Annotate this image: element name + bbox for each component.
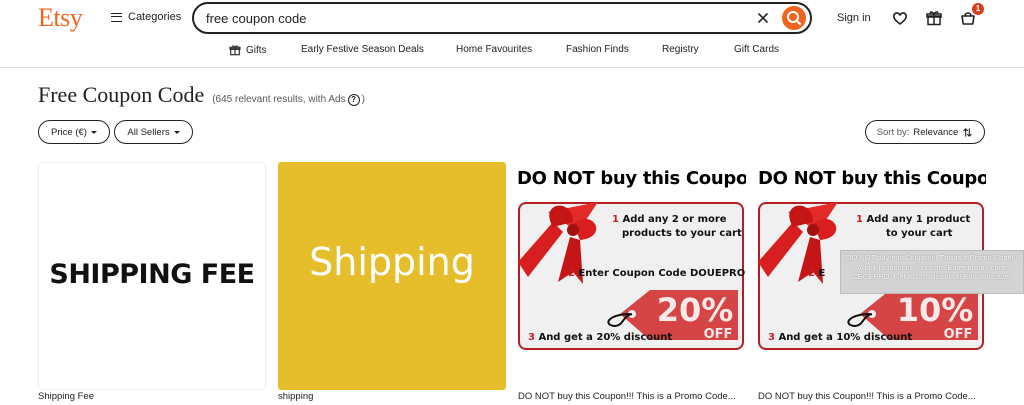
listing-card-image[interactable]: Shipping: [278, 162, 506, 390]
listing-title[interactable]: shipping: [278, 391, 506, 402]
step-number: 3: [768, 332, 775, 343]
sort-arrows-icon: [963, 127, 973, 137]
menu-icon: [111, 12, 122, 22]
help-icon[interactable]: ?: [347, 93, 360, 106]
step-text: products to your cart: [622, 228, 742, 239]
heart-icon[interactable]: [891, 9, 909, 27]
sign-in-link[interactable]: Sign in: [837, 12, 871, 24]
listing-tooltip: DO NOT buy this Coupon!!! This is a Prom…: [840, 250, 1024, 294]
results-heading: Free Coupon Code (645 relevant results, …: [38, 82, 365, 108]
search-button[interactable]: [782, 6, 806, 30]
listing-image-text: SHIPPING FEE: [49, 259, 255, 290]
sort-value: Relevance: [913, 126, 959, 138]
step-text: to your cart: [886, 228, 953, 239]
sort-prefix: Sort by:: [876, 126, 910, 138]
search-bar: [192, 2, 812, 34]
caret-down-icon: [173, 130, 180, 134]
step-text: Add any 2 or more: [622, 214, 727, 225]
tag-percent: 20%: [657, 291, 734, 329]
listing-card-image[interactable]: DO NOT buy this Coupon 1 Add any 2 or mo…: [518, 162, 746, 390]
step-text: And get a 20% discount: [538, 332, 673, 343]
category-nav: Gifts Early Festive Season Deals Home Fa…: [0, 44, 1024, 60]
nav-label: Gifts: [246, 44, 267, 56]
step-text: E: [818, 268, 826, 279]
nav-item-gifts[interactable]: Gifts: [229, 44, 267, 56]
nav-item-registry[interactable]: Registry: [662, 44, 699, 55]
step-text: Add any 1 product: [866, 214, 971, 225]
sort-button[interactable]: Sort by: Relevance: [865, 120, 985, 144]
step-number: 1: [612, 214, 619, 225]
page-title: Free Coupon Code: [38, 82, 205, 107]
coupon-graphic: 1 Add any 2 or more products to your car…: [518, 202, 746, 350]
nav-label: Registry: [662, 44, 699, 55]
etsy-logo[interactable]: Etsy: [38, 3, 83, 33]
listing-card-image[interactable]: SHIPPING FEE: [38, 162, 266, 390]
nav-label: Gift Cards: [734, 44, 780, 55]
ribbon-bow-icon: [758, 202, 838, 284]
nav-label: Fashion Finds: [566, 44, 629, 55]
categories-button[interactable]: Categories: [111, 11, 181, 23]
step-number: 2: [568, 268, 575, 279]
price-filter-button[interactable]: Price (€): [38, 120, 110, 144]
price-filter-label: Price (€): [51, 126, 87, 138]
site-header: Etsy Categories Sign in 1: [0, 0, 1024, 68]
step-number: 3: [528, 332, 535, 343]
nav-item-festive-deals[interactable]: Early Festive Season Deals: [301, 44, 424, 55]
step-text: Enter Coupon Code DOUEPRO: [578, 268, 746, 279]
results-count: (645 relevant results, with Ads ? ): [212, 93, 365, 106]
step-number: 2: [808, 268, 815, 279]
listing-title[interactable]: DO NOT buy this Coupon!!! This is a Prom…: [518, 391, 746, 402]
gift-icon[interactable]: [925, 9, 943, 27]
nav-item-gift-cards[interactable]: Gift Cards: [734, 44, 779, 55]
nav-label: Early Festive Season Deals: [301, 44, 424, 55]
gift-icon: [229, 45, 241, 56]
results-count-text: (645 relevant results, with Ads: [212, 94, 346, 105]
close-icon[interactable]: [756, 11, 770, 25]
listing-image-title: DO NOT buy this Coupon: [518, 168, 746, 189]
cart-count-badge: 1: [972, 3, 984, 15]
search-icon: [787, 11, 802, 26]
tag-percent: 10%: [897, 291, 974, 329]
nav-item-home-favourites[interactable]: Home Favourites: [456, 44, 532, 55]
search-input[interactable]: [206, 9, 726, 27]
nav-item-fashion-finds[interactable]: Fashion Finds: [566, 44, 629, 55]
sellers-filter-label: All Sellers: [127, 126, 170, 138]
results-count-close: ): [361, 94, 365, 105]
listing-title[interactable]: DO NOT buy this Coupon!!! This is a Prom…: [758, 391, 986, 402]
listing-image-title: DO NOT buy this Coupon!: [758, 168, 986, 189]
listing-image-text: Shipping: [309, 240, 475, 284]
tag-off: OFF: [704, 327, 733, 342]
caret-down-icon: [90, 130, 97, 134]
categories-label: Categories: [128, 11, 182, 23]
step-number: 1: [856, 214, 863, 225]
nav-label: Home Favourites: [456, 44, 533, 55]
tag-off: OFF: [944, 327, 973, 342]
sellers-filter-button[interactable]: All Sellers: [114, 120, 193, 144]
listing-title[interactable]: Shipping Fee: [38, 391, 266, 402]
step-text: And get a 10% discount: [778, 332, 913, 343]
